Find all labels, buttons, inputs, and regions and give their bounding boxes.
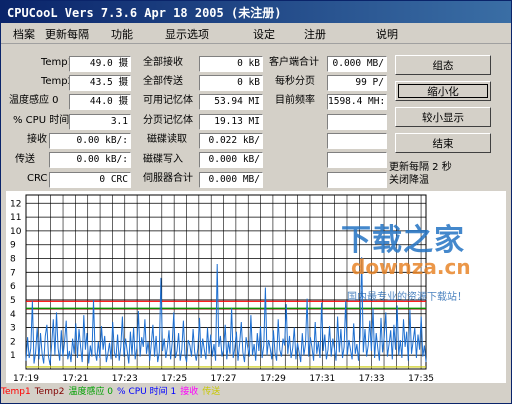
total-send-value: 0 kB [199,75,263,91]
menu-update-interval[interactable]: 更新每隔 [45,26,89,42]
watermark-slogan: 国内最专业的资源下载站！ [347,292,467,303]
legend-cpu-time: % CPU 时间 1 [117,387,177,397]
y-tick-label: 3 [10,324,16,334]
x-tick-label: 17:27 [211,374,237,383]
page-mem-value: 19.13 MI [199,114,263,130]
y-tick-label: 1 [10,351,16,361]
menu-file[interactable]: 档案 [13,26,35,42]
chart-legend: Temp1 Temp2 温度感应 0% CPU 时间 1 接收 传送 [1,384,511,400]
temp1-value: 49.0 摄 [69,56,131,72]
x-tick-label: 17:29 [260,374,286,383]
client-total-label: 客户端合计 [269,57,319,68]
small-display-button[interactable]: 较小显示 [395,107,491,127]
disk-read-value: 0.022 kB/ [199,133,263,149]
server-total-value: 0.000 MB/ [199,172,263,188]
per-page-label: 每秒分页 [275,76,315,87]
y-tick-label: 7 [10,268,16,278]
y-tick-label: 10 [10,227,22,237]
x-tick-label: 17:19 [13,374,39,383]
minimize-button[interactable]: 缩小化 [395,81,491,101]
watermark-brand: 下载之家 [341,223,465,258]
crc-label: CRC [27,173,48,184]
y-tick-label: 9 [10,241,16,251]
avail-mem-value: 53.94 MI [199,94,263,110]
page-mem-label: 分页记忆体 [143,115,193,126]
cur-freq-label: 目前频率 [275,95,315,106]
client-total-value: 0.000 MB/ [327,56,387,72]
cpu-time-label: % CPU 时间 [13,115,70,126]
x-tick-label: 17:31 [309,374,335,383]
receive-label: 接收 [27,134,47,145]
app-window: CPUCooL Vers 7.3.6 Apr 18 2005 (未注册) 档案 … [0,0,512,404]
watermark-url: downza.cn [351,255,471,279]
cur-freq-value: 1598.4 MH: [327,94,387,110]
legend-temp-sensor0: 温度感应 0 [68,387,114,397]
send-label: 传送 [15,154,35,165]
exit-button[interactable]: 结束 [395,133,491,153]
total-recv-value: 0 kB [199,56,263,72]
y-tick-label: 8 [10,255,16,265]
legend-send: 传送 [202,387,221,397]
disk-write-label: 磁碟写入 [143,154,183,165]
setup-button[interactable]: 组态 [395,55,491,75]
menu-functions[interactable]: 功能 [111,26,133,42]
x-tick-label: 17:25 [161,374,187,383]
blank-field-3 [327,152,387,168]
server-total-label: 伺服器合计 [143,173,193,184]
x-tick-label: 17:23 [112,374,138,383]
per-page-value: 99 P/ [327,75,387,91]
y-tick-label: 5 [10,296,16,306]
blank-field-4 [327,172,387,188]
temp-sensor0-label: 温度感应 0 [9,95,59,106]
menu-register[interactable]: 注册 [304,26,326,42]
y-tick-label: 6 [10,282,16,292]
menu-bar: 档案 更新每隔 功能 显示选项 设定 注册 说明 [1,23,511,44]
y-tick-label: 2 [10,337,16,347]
receive-value: 0.00 kB/: [49,133,131,149]
menu-display-options[interactable]: 显示选项 [165,26,209,42]
disk-write-value: 0.000 kB/ [199,152,263,168]
total-send-label: 全部传送 [143,76,183,87]
avail-mem-label: 可用记忆体 [143,95,193,106]
title-bar[interactable]: CPUCooL Vers 7.3.6 Apr 18 2005 (未注册) [1,1,511,23]
y-tick-label: 4 [10,310,16,320]
blank-field-2 [327,133,387,149]
x-tick-label: 17:33 [359,374,385,383]
cooling-status: 关闭降温 [389,175,429,186]
menu-help[interactable]: 说明 [376,26,398,42]
send-value: 0.00 kB/: [49,152,131,168]
legend-temp2: Temp2 [34,387,65,397]
window-title: CPUCooL Vers 7.3.6 Apr 18 2005 (未注册) [7,6,282,20]
legend-temp1: Temp1 [1,387,31,397]
temp-sensor0-value: 44.0 摄 [69,94,131,110]
x-tick-label: 17:21 [62,374,88,383]
temp2-value: 43.5 摄 [69,75,131,91]
y-tick-label: 12 [10,199,21,209]
menu-settings[interactable]: 设定 [253,26,275,42]
total-recv-label: 全部接收 [143,57,183,68]
x-tick-label: 17:35 [408,374,434,383]
disk-read-label: 磁碟读取 [147,134,187,145]
legend-receive: 接收 [180,387,199,397]
cpu-time-value: 3.1 [69,114,131,130]
crc-value: 0 CRC [49,172,131,188]
blank-field-1 [327,114,387,130]
y-tick-label: 11 [10,213,21,223]
